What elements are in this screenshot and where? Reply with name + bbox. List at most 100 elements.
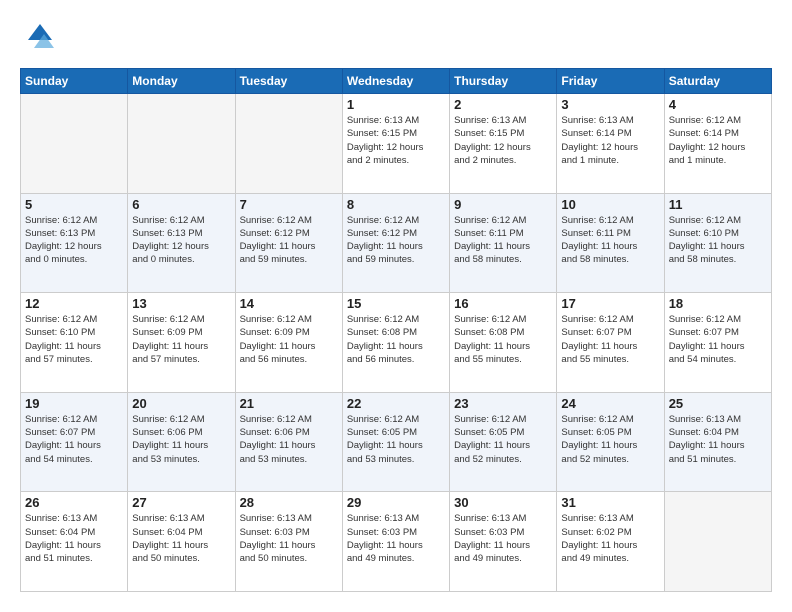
day-number: 13 <box>132 296 230 311</box>
calendar-cell: 7Sunrise: 6:12 AM Sunset: 6:12 PM Daylig… <box>235 193 342 293</box>
calendar-cell: 21Sunrise: 6:12 AM Sunset: 6:06 PM Dayli… <box>235 392 342 492</box>
calendar-cell: 14 Sunrise: 6:12 AM Sunset: 6:09 PM Dayli… <box>235 293 342 393</box>
day-info: Sunrise: 6:12 AM Sunset: 6:12 PM Dayligh… <box>347 214 445 267</box>
day-number: 15 <box>347 296 445 311</box>
calendar-week-row: 12 Sunrise: 6:12 AM Sunset: 6:10 PM Dayli… <box>21 293 772 393</box>
calendar-cell: 28 Sunrise: 6:13 AM Sunset: 6:03 PM Dayli… <box>235 492 342 592</box>
calendar-cell: 3 Sunrise: 6:13 AM Sunset: 6:14 PM Daylig… <box>557 94 664 194</box>
day-number: 2 <box>454 97 552 112</box>
day-number: 29 <box>347 495 445 510</box>
day-info: Sunrise: 6:12 AM Sunset: 6:13 PM Dayligh… <box>132 214 230 267</box>
calendar-cell: 6 Sunrise: 6:12 AM Sunset: 6:13 PM Daylig… <box>128 193 235 293</box>
day-number: 14 <box>240 296 338 311</box>
day-info: Sunrise: 6:13 AM Sunset: 6:03 PM Dayligh… <box>240 512 338 565</box>
day-number: 11 <box>669 197 767 212</box>
day-info: Sunrise: 6:12 AM Sunset: 6:06 PM Dayligh… <box>132 413 230 466</box>
day-number: 19 <box>25 396 123 411</box>
day-number: 24 <box>561 396 659 411</box>
day-number: 4 <box>669 97 767 112</box>
calendar-cell: 13 Sunrise: 6:12 AM Sunset: 6:09 PM Dayli… <box>128 293 235 393</box>
day-info: Sunrise: 6:13 AM Sunset: 6:14 PM Dayligh… <box>561 114 659 167</box>
calendar-cell: 26 Sunrise: 6:13 AM Sunset: 6:04 PM Dayli… <box>21 492 128 592</box>
day-number: 16 <box>454 296 552 311</box>
calendar-cell <box>664 492 771 592</box>
day-number: 3 <box>561 97 659 112</box>
calendar-cell: 18 Sunrise: 6:12 AM Sunset: 6:07 PM Dayli… <box>664 293 771 393</box>
day-info: Sunrise: 6:13 AM Sunset: 6:04 PM Dayligh… <box>132 512 230 565</box>
calendar-cell: 23Sunrise: 6:12 AM Sunset: 6:05 PM Dayli… <box>450 392 557 492</box>
day-info: Sunrise: 6:12 AM Sunset: 6:05 PM Dayligh… <box>347 413 445 466</box>
calendar-cell: 22 Sunrise: 6:12 AM Sunset: 6:05 PM Dayli… <box>342 392 449 492</box>
calendar-week-row: 5 Sunrise: 6:12 AM Sunset: 6:13 PM Daylig… <box>21 193 772 293</box>
calendar-table: SundayMondayTuesdayWednesdayThursdayFrid… <box>20 68 772 592</box>
day-info: Sunrise: 6:12 AM Sunset: 6:14 PM Dayligh… <box>669 114 767 167</box>
day-info: Sunrise: 6:12 AM Sunset: 6:08 PM Dayligh… <box>454 313 552 366</box>
calendar-cell: 8Sunrise: 6:12 AM Sunset: 6:12 PM Daylig… <box>342 193 449 293</box>
day-info: Sunrise: 6:12 AM Sunset: 6:05 PM Dayligh… <box>454 413 552 466</box>
day-info: Sunrise: 6:12 AM Sunset: 6:12 PM Dayligh… <box>240 214 338 267</box>
day-info: Sunrise: 6:13 AM Sunset: 6:15 PM Dayligh… <box>454 114 552 167</box>
day-info: Sunrise: 6:13 AM Sunset: 6:04 PM Dayligh… <box>25 512 123 565</box>
day-info: Sunrise: 6:12 AM Sunset: 6:07 PM Dayligh… <box>25 413 123 466</box>
day-info: Sunrise: 6:12 AM Sunset: 6:07 PM Dayligh… <box>561 313 659 366</box>
day-number: 22 <box>347 396 445 411</box>
weekday-header-saturday: Saturday <box>664 69 771 94</box>
day-number: 17 <box>561 296 659 311</box>
day-info: Sunrise: 6:12 AM Sunset: 6:11 PM Dayligh… <box>454 214 552 267</box>
day-info: Sunrise: 6:12 AM Sunset: 6:11 PM Dayligh… <box>561 214 659 267</box>
day-number: 12 <box>25 296 123 311</box>
calendar-cell: 16 Sunrise: 6:12 AM Sunset: 6:08 PM Dayli… <box>450 293 557 393</box>
day-info: Sunrise: 6:13 AM Sunset: 6:03 PM Dayligh… <box>454 512 552 565</box>
calendar-cell: 19 Sunrise: 6:12 AM Sunset: 6:07 PM Dayli… <box>21 392 128 492</box>
calendar-cell: 1 Sunrise: 6:13 AM Sunset: 6:15 PM Daylig… <box>342 94 449 194</box>
day-info: Sunrise: 6:12 AM Sunset: 6:09 PM Dayligh… <box>132 313 230 366</box>
day-info: Sunrise: 6:13 AM Sunset: 6:02 PM Dayligh… <box>561 512 659 565</box>
calendar-cell: 29 Sunrise: 6:13 AM Sunset: 6:03 PM Dayli… <box>342 492 449 592</box>
day-info: Sunrise: 6:12 AM Sunset: 6:10 PM Dayligh… <box>669 214 767 267</box>
day-number: 27 <box>132 495 230 510</box>
weekday-header-tuesday: Tuesday <box>235 69 342 94</box>
day-info: Sunrise: 6:12 AM Sunset: 6:10 PM Dayligh… <box>25 313 123 366</box>
page: SundayMondayTuesdayWednesdayThursdayFrid… <box>0 0 792 612</box>
weekday-header-sunday: Sunday <box>21 69 128 94</box>
day-number: 30 <box>454 495 552 510</box>
day-number: 1 <box>347 97 445 112</box>
day-info: Sunrise: 6:13 AM Sunset: 6:03 PM Dayligh… <box>347 512 445 565</box>
logo <box>20 20 60 56</box>
calendar-week-row: 19 Sunrise: 6:12 AM Sunset: 6:07 PM Dayli… <box>21 392 772 492</box>
day-number: 6 <box>132 197 230 212</box>
calendar-cell: 12 Sunrise: 6:12 AM Sunset: 6:10 PM Dayli… <box>21 293 128 393</box>
day-number: 28 <box>240 495 338 510</box>
day-info: Sunrise: 6:12 AM Sunset: 6:07 PM Dayligh… <box>669 313 767 366</box>
weekday-header-friday: Friday <box>557 69 664 94</box>
calendar-cell <box>235 94 342 194</box>
day-number: 10 <box>561 197 659 212</box>
calendar-cell: 17 Sunrise: 6:12 AM Sunset: 6:07 PM Dayli… <box>557 293 664 393</box>
calendar-cell: 30 Sunrise: 6:13 AM Sunset: 6:03 PM Dayli… <box>450 492 557 592</box>
calendar-cell: 2 Sunrise: 6:13 AM Sunset: 6:15 PM Daylig… <box>450 94 557 194</box>
calendar-cell: 27 Sunrise: 6:13 AM Sunset: 6:04 PM Dayli… <box>128 492 235 592</box>
weekday-header-wednesday: Wednesday <box>342 69 449 94</box>
logo-icon <box>20 20 56 56</box>
day-number: 20 <box>132 396 230 411</box>
calendar-week-row: 1 Sunrise: 6:13 AM Sunset: 6:15 PM Daylig… <box>21 94 772 194</box>
calendar-cell <box>128 94 235 194</box>
calendar-cell: 15Sunrise: 6:12 AM Sunset: 6:08 PM Dayli… <box>342 293 449 393</box>
header <box>20 20 772 56</box>
day-number: 5 <box>25 197 123 212</box>
day-info: Sunrise: 6:12 AM Sunset: 6:09 PM Dayligh… <box>240 313 338 366</box>
day-info: Sunrise: 6:13 AM Sunset: 6:04 PM Dayligh… <box>669 413 767 466</box>
calendar-cell: 10 Sunrise: 6:12 AM Sunset: 6:11 PM Dayli… <box>557 193 664 293</box>
weekday-header-monday: Monday <box>128 69 235 94</box>
day-info: Sunrise: 6:13 AM Sunset: 6:15 PM Dayligh… <box>347 114 445 167</box>
calendar-week-row: 26 Sunrise: 6:13 AM Sunset: 6:04 PM Dayli… <box>21 492 772 592</box>
day-number: 18 <box>669 296 767 311</box>
weekday-header-row: SundayMondayTuesdayWednesdayThursdayFrid… <box>21 69 772 94</box>
calendar-cell: 31Sunrise: 6:13 AM Sunset: 6:02 PM Dayli… <box>557 492 664 592</box>
calendar-cell <box>21 94 128 194</box>
day-number: 21 <box>240 396 338 411</box>
day-number: 25 <box>669 396 767 411</box>
calendar-cell: 4 Sunrise: 6:12 AM Sunset: 6:14 PM Daylig… <box>664 94 771 194</box>
day-number: 26 <box>25 495 123 510</box>
calendar-cell: 9Sunrise: 6:12 AM Sunset: 6:11 PM Daylig… <box>450 193 557 293</box>
